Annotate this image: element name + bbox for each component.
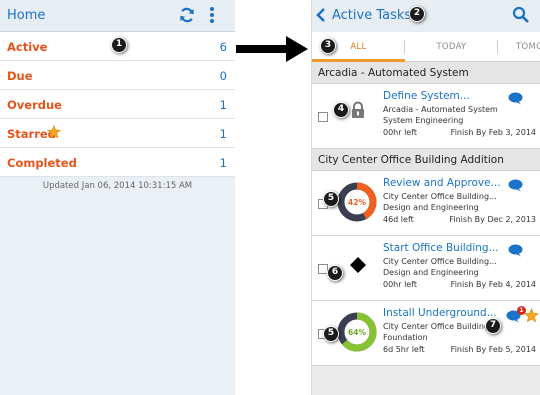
overflow-menu-icon[interactable]	[208, 5, 216, 27]
tasks-title: Active Tasks	[332, 8, 412, 23]
row-overdue[interactable]: Overdue 1	[0, 90, 235, 119]
task-name: Start Office Building...	[383, 242, 499, 254]
callout-marker: 6	[327, 265, 343, 281]
task-time-left: 6d 5hr left	[383, 345, 425, 354]
row-due[interactable]: Due 0	[0, 61, 235, 90]
progress-ring: 64%	[337, 312, 377, 352]
task-finish-date: Finish By Feb 3, 2014	[450, 128, 536, 137]
row-starred-count: 1	[219, 127, 227, 141]
task-project: City Center Office Building...	[383, 257, 497, 266]
search-icon[interactable]	[512, 6, 530, 24]
task-time-left: 00hr left	[383, 280, 418, 289]
task-project: City Center Office Building...	[383, 192, 497, 201]
task-checkbox[interactable]	[318, 112, 328, 122]
callout-marker: 7	[485, 318, 501, 334]
screenshot-root: Home Active 6 Due 0 Overdue 1 Starred 1 …	[0, 0, 540, 395]
task-row[interactable]: 64% Install Underground... 1 City Center…	[312, 301, 540, 366]
task-row[interactable]: 42% Review and Approve... City Center Of…	[312, 171, 540, 236]
task-name: Install Underground...	[383, 307, 497, 319]
task-phase: System Engineering	[383, 116, 464, 125]
star-icon	[47, 125, 61, 139]
task-name: Define System...	[383, 90, 470, 102]
tab-today[interactable]: TODAY	[405, 32, 498, 62]
task-time-left: 46d left	[383, 215, 414, 224]
progress-ring: 42%	[337, 182, 377, 222]
task-time-left: 00hr left	[383, 128, 418, 137]
row-overdue-label: Overdue	[7, 98, 62, 112]
task-row[interactable]: Define System... Arcadia - Automated Sys…	[312, 84, 540, 149]
callout-marker: 1	[111, 37, 127, 53]
comment-icon[interactable]	[508, 179, 523, 192]
home-action-bar: Home	[0, 0, 235, 32]
task-project: City Center Office Building...	[383, 322, 497, 331]
progress-label: 42%	[348, 198, 366, 207]
refresh-icon[interactable]	[178, 6, 196, 24]
row-completed-label: Completed	[7, 156, 77, 170]
callout-marker: 3	[320, 38, 336, 54]
task-finish-date: Finish By Feb 5, 2014	[450, 345, 536, 354]
home-screen: Home Active 6 Due 0 Overdue 1 Starred 1 …	[0, 0, 235, 395]
callout-marker: 5	[323, 191, 339, 207]
tasks-action-bar: Active Tasks	[312, 0, 540, 32]
row-completed-count: 1	[219, 156, 227, 170]
comment-icon[interactable]	[508, 244, 523, 257]
task-project: Arcadia - Automated System	[383, 105, 498, 114]
back-icon[interactable]	[315, 7, 327, 23]
row-overdue-count: 1	[219, 98, 227, 112]
row-completed[interactable]: Completed 1	[0, 148, 235, 177]
row-active-label: Active	[7, 40, 48, 54]
progress-label: 64%	[348, 328, 366, 337]
row-starred[interactable]: Starred 1	[0, 119, 235, 148]
comment-icon[interactable]	[508, 92, 523, 105]
section-header: Arcadia - Automated System	[312, 62, 540, 84]
star-icon[interactable]	[524, 308, 539, 323]
section-header: City Center Office Building Addition	[312, 149, 540, 171]
task-finish-date: Finish By Dec 2, 2013	[449, 215, 536, 224]
task-row[interactable]: Start Office Building... City Center Off…	[312, 236, 540, 301]
task-phase: Design and Engineering	[383, 203, 479, 212]
active-tasks-screen: Active Tasks ALL TODAY TOMO Arcadia - Au…	[311, 0, 540, 395]
row-due-label: Due	[7, 69, 33, 83]
tab-tomorrow[interactable]: TOMO	[498, 32, 540, 62]
callout-marker: 4	[333, 102, 349, 118]
lock-icon	[352, 101, 364, 118]
row-active-count: 6	[219, 40, 227, 54]
last-updated-text: Updated Jan 06, 2014 10:31:15 AM	[42, 181, 193, 191]
row-due-count: 0	[219, 69, 227, 83]
callout-marker: 5	[323, 326, 339, 342]
task-phase: Foundation	[383, 333, 428, 342]
home-title: Home	[7, 8, 46, 23]
task-name: Review and Approve...	[383, 177, 501, 189]
task-filter-tabs: ALL TODAY TOMO	[312, 32, 540, 62]
task-phase: Design and Engineering	[383, 268, 479, 277]
transition-arrow-icon	[236, 36, 308, 62]
milestone-diamond-icon	[350, 257, 366, 273]
task-finish-date: Finish By Feb 4, 2014	[450, 280, 536, 289]
callout-marker: 2	[409, 6, 425, 22]
